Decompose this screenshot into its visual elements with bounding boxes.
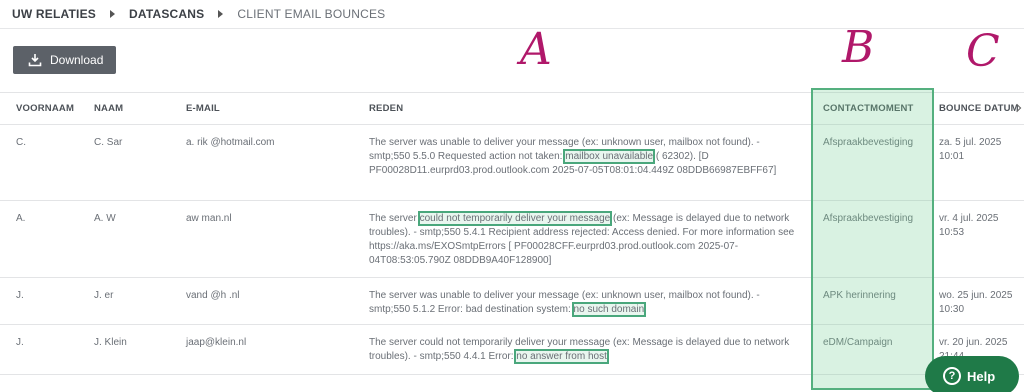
breadcrumb-separator-icon xyxy=(218,10,224,18)
breadcrumb-datascans[interactable]: DATASCANS xyxy=(129,7,204,21)
column-header-email[interactable]: E-MAIL xyxy=(186,93,220,124)
cell-reden: The server could not temporarily deliver… xyxy=(369,336,803,364)
reden-highlight: could not temporarily deliver your messa… xyxy=(417,211,613,226)
annotation-a: A xyxy=(520,24,552,75)
reden-highlight: no answer from host xyxy=(514,349,609,364)
cell-email: jaap@klein.nl xyxy=(186,337,247,348)
cell-naam: A. W xyxy=(94,213,116,224)
column-header-bounce-datum[interactable]: BOUNCE DATUM xyxy=(939,93,1019,124)
reden-highlight: no such domain xyxy=(571,302,647,317)
cell-reden: The server was unable to deliver your me… xyxy=(369,289,803,317)
breadcrumb-client-email-bounces: CLIENT EMAIL BOUNCES xyxy=(237,7,386,21)
help-icon: ? xyxy=(943,367,961,385)
cell-naam: J. Klein xyxy=(94,337,127,348)
cell-naam: C. Sar xyxy=(94,137,123,148)
cell-voornaam: J. xyxy=(16,337,24,348)
reden-text: The server xyxy=(369,213,420,224)
breadcrumb: UW RELATIES DATASCANS CLIENT EMAIL BOUNC… xyxy=(12,4,385,24)
cell-bounce-datum: za. 5 jul. 2025 10:01 xyxy=(939,137,1002,162)
reden-highlight: mailbox unavailable xyxy=(563,149,656,164)
cell-voornaam: J. xyxy=(16,290,24,301)
cell-bounce-datum: vr. 4 jul. 2025 10:53 xyxy=(939,213,999,238)
column-header-naam[interactable]: NAAM xyxy=(94,93,123,124)
cell-voornaam: A. xyxy=(16,213,26,224)
help-label: Help xyxy=(967,368,996,384)
cell-reden: The server was unable to deliver your me… xyxy=(369,136,803,178)
contactmoment-highlight-overlay xyxy=(811,88,934,390)
download-label: Download xyxy=(50,53,104,67)
annotation-b: B xyxy=(842,22,875,73)
breadcrumb-separator-icon xyxy=(109,10,115,18)
cell-bounce-datum: wo. 25 jun. 2025 10:30 xyxy=(939,290,1013,315)
reden-text: The server was unable to deliver your me… xyxy=(369,290,760,315)
cell-email: vand @h .nl xyxy=(186,290,240,301)
column-header-reden[interactable]: REDEN xyxy=(369,93,403,124)
cell-reden: The server could not temporarily deliver… xyxy=(369,211,803,268)
cell-email: a. rik @hotmail.com xyxy=(186,137,275,148)
cell-naam: J. er xyxy=(94,290,114,301)
download-button[interactable]: Download xyxy=(13,46,116,74)
download-icon xyxy=(28,54,42,67)
cell-email: aw man.nl xyxy=(186,213,232,224)
annotation-c: C xyxy=(966,26,1000,77)
breadcrumb-uw-relaties[interactable]: UW RELATIES xyxy=(12,7,96,21)
column-header-voornaam[interactable]: VOORNAAM xyxy=(16,93,74,124)
cell-voornaam: C. xyxy=(16,137,26,148)
help-button[interactable]: ? Help xyxy=(925,356,1019,392)
